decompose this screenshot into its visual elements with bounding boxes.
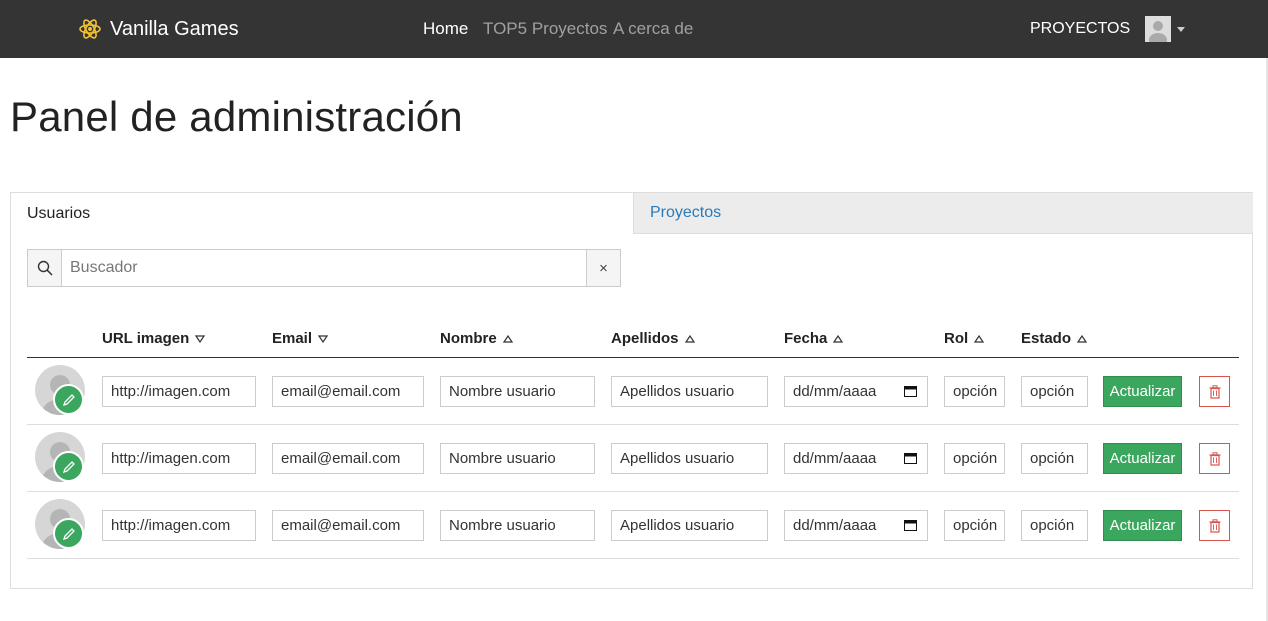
- atom-icon: [79, 19, 101, 39]
- fecha-value: dd/mm/aaaa: [793, 383, 877, 400]
- update-button[interactable]: Actualizar: [1103, 443, 1182, 474]
- column-email[interactable]: Email: [272, 330, 329, 347]
- clear-search-button[interactable]: ×: [586, 250, 620, 286]
- brand[interactable]: Vanilla Games: [78, 15, 239, 43]
- update-button[interactable]: Actualizar: [1103, 376, 1182, 407]
- search-icon[interactable]: [28, 250, 62, 286]
- pencil-icon: [62, 527, 75, 540]
- rol-select[interactable]: opción: [944, 376, 1005, 407]
- calendar-icon[interactable]: [904, 452, 917, 464]
- user-menu-label: PROYECTOS: [1030, 20, 1131, 37]
- column-estado[interactable]: Estado: [1021, 330, 1088, 347]
- search-input[interactable]: [62, 250, 586, 286]
- email-field[interactable]: email@email.com: [272, 510, 424, 541]
- admin-panel: Usuarios Proyectos × URL imagen Email No…: [10, 192, 1253, 589]
- edit-avatar-button[interactable]: [53, 384, 84, 415]
- table-header: URL imagen Email Nombre Apellidos Fecha …: [27, 323, 1239, 358]
- apellidos-field[interactable]: Apellidos usuario: [611, 443, 768, 474]
- column-apellidos[interactable]: Apellidos: [611, 330, 695, 347]
- sort-asc-icon: [502, 334, 513, 343]
- trash-icon: [1209, 518, 1220, 533]
- nav-link-top5[interactable]: TOP5 Proyectos: [483, 19, 607, 39]
- calendar-icon[interactable]: [904, 519, 917, 531]
- tab-proyectos[interactable]: Proyectos: [633, 193, 1253, 234]
- table-row: http://imagen.com email@email.com Nombre…: [27, 425, 1239, 492]
- tab-usuarios[interactable]: Usuarios: [11, 193, 633, 234]
- update-button[interactable]: Actualizar: [1103, 510, 1182, 541]
- sort-asc-icon: [684, 334, 695, 343]
- column-nombre[interactable]: Nombre: [440, 330, 513, 347]
- edit-avatar-button[interactable]: [53, 451, 84, 482]
- fecha-value: dd/mm/aaaa: [793, 450, 877, 467]
- sort-asc-icon: [833, 334, 844, 343]
- table-row: http://imagen.com email@email.com Nombre…: [27, 358, 1239, 425]
- fecha-field[interactable]: dd/mm/aaaa: [784, 376, 928, 407]
- apellidos-field[interactable]: Apellidos usuario: [611, 376, 768, 407]
- nombre-field[interactable]: Nombre usuario: [440, 510, 595, 541]
- calendar-icon[interactable]: [904, 385, 917, 397]
- nav-link-about[interactable]: A cerca de: [613, 19, 693, 39]
- table-row: http://imagen.com email@email.com Nombre…: [27, 492, 1239, 559]
- sort-desc-icon: [195, 334, 206, 343]
- nav-link-home[interactable]: Home: [423, 19, 468, 39]
- column-rol[interactable]: Rol: [944, 330, 985, 347]
- delete-button[interactable]: [1199, 510, 1230, 541]
- sort-asc-icon: [974, 334, 985, 343]
- pencil-icon: [62, 393, 75, 406]
- sort-desc-icon: [318, 334, 329, 343]
- brand-name: Vanilla Games: [110, 17, 239, 40]
- delete-button[interactable]: [1199, 376, 1230, 407]
- url-imagen-field[interactable]: http://imagen.com: [102, 510, 256, 541]
- user-menu[interactable]: PROYECTOS: [1030, 16, 1186, 42]
- nombre-field[interactable]: Nombre usuario: [440, 376, 595, 407]
- apellidos-field[interactable]: Apellidos usuario: [611, 510, 768, 541]
- trash-icon: [1209, 384, 1220, 399]
- estado-select[interactable]: opción: [1021, 443, 1088, 474]
- fecha-value: dd/mm/aaaa: [793, 517, 877, 534]
- estado-select[interactable]: opción: [1021, 376, 1088, 407]
- sort-asc-icon: [1077, 334, 1088, 343]
- email-field[interactable]: email@email.com: [272, 443, 424, 474]
- fecha-field[interactable]: dd/mm/aaaa: [784, 443, 928, 474]
- estado-select[interactable]: opción: [1021, 510, 1088, 541]
- trash-icon: [1209, 451, 1220, 466]
- page-title: Panel de administración: [10, 93, 463, 140]
- rol-select[interactable]: opción: [944, 510, 1005, 541]
- fecha-field[interactable]: dd/mm/aaaa: [784, 510, 928, 541]
- top-navbar: Vanilla Games Home TOP5 Proyectos A cerc…: [0, 0, 1268, 58]
- nombre-field[interactable]: Nombre usuario: [440, 443, 595, 474]
- email-field[interactable]: email@email.com: [272, 376, 424, 407]
- pencil-icon: [62, 460, 75, 473]
- user-avatar-icon: [1145, 16, 1172, 42]
- url-imagen-field[interactable]: http://imagen.com: [102, 376, 256, 407]
- search-box: ×: [27, 249, 621, 287]
- rol-select[interactable]: opción: [944, 443, 1005, 474]
- column-fecha[interactable]: Fecha: [784, 330, 844, 347]
- column-url-imagen[interactable]: URL imagen: [102, 330, 206, 347]
- delete-button[interactable]: [1199, 443, 1230, 474]
- chevron-down-icon: [1177, 26, 1186, 32]
- url-imagen-field[interactable]: http://imagen.com: [102, 443, 256, 474]
- edit-avatar-button[interactable]: [53, 518, 84, 549]
